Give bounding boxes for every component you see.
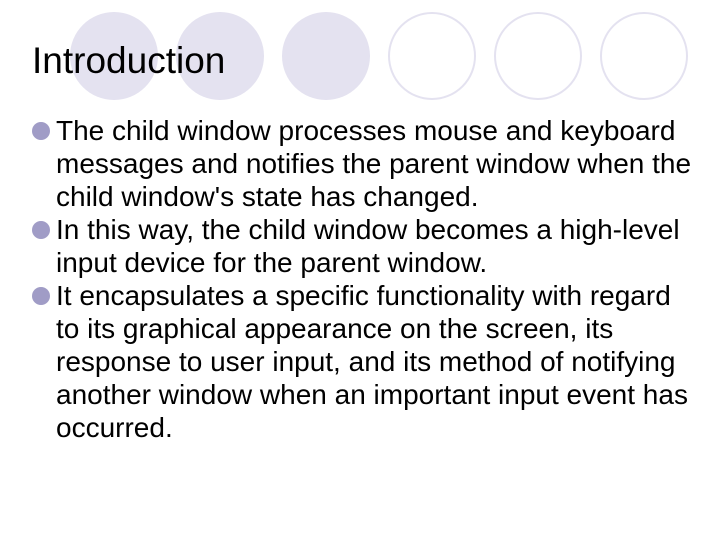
decorative-circle bbox=[282, 12, 370, 100]
slide-title: Introduction bbox=[32, 40, 225, 82]
bullet-icon bbox=[32, 122, 50, 140]
bullet-item: In this way, the child window becomes a … bbox=[32, 213, 696, 279]
bullet-text: It encapsulates a specific functionality… bbox=[56, 279, 696, 444]
decorative-circle bbox=[600, 12, 688, 100]
bullet-text: The child window processes mouse and key… bbox=[56, 114, 696, 213]
bullet-item: It encapsulates a specific functionality… bbox=[32, 279, 696, 444]
bullet-icon bbox=[32, 221, 50, 239]
bullet-item: The child window processes mouse and key… bbox=[32, 114, 696, 213]
bullet-icon bbox=[32, 287, 50, 305]
bullet-text: In this way, the child window becomes a … bbox=[56, 213, 696, 279]
decorative-circle bbox=[388, 12, 476, 100]
slide-content: The child window processes mouse and key… bbox=[32, 114, 696, 444]
decorative-circle bbox=[494, 12, 582, 100]
